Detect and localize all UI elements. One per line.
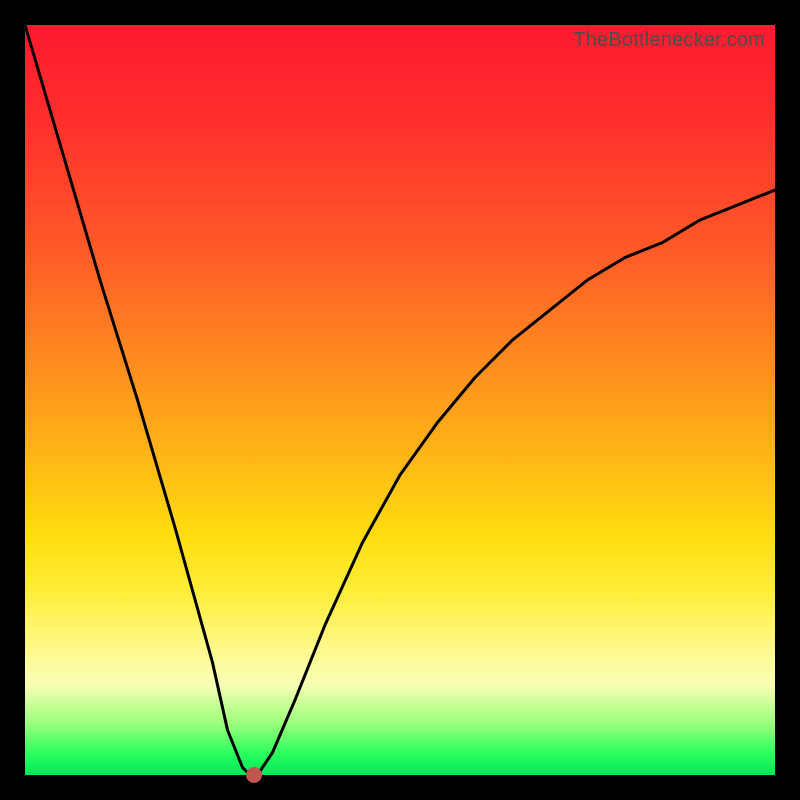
chart-frame: TheBottlenecker.com (0, 0, 800, 800)
curve-path (25, 25, 775, 775)
bottleneck-curve (25, 25, 775, 775)
optimal-point-marker (246, 767, 262, 783)
plot-area: TheBottlenecker.com (25, 25, 775, 775)
watermark-text: TheBottlenecker.com (573, 29, 765, 52)
